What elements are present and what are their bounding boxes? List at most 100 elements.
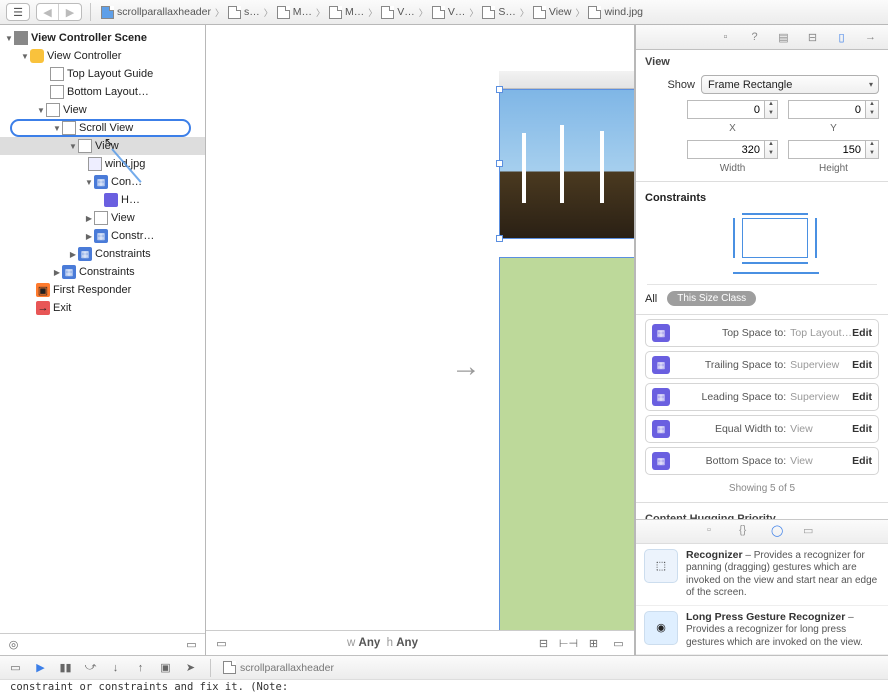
- attributes-inspector-icon: ⊟: [805, 30, 820, 45]
- console-output: constraint or constraints and fix it. (N…: [0, 679, 888, 693]
- outline-toggle-icon[interactable]: ▭: [214, 636, 229, 651]
- width-sublabel: Width: [687, 163, 778, 174]
- width-field[interactable]: [687, 140, 765, 159]
- edit-button[interactable]: Edit: [852, 455, 872, 467]
- crumb: scrollparallaxheader: [117, 6, 211, 18]
- code-snippet-icon: {}: [739, 524, 753, 538]
- constraint-row[interactable]: ▦Leading Space to:SuperviewEdit: [645, 383, 879, 411]
- exit-row[interactable]: →Exit: [0, 299, 205, 317]
- constraints2-row[interactable]: ▶▦Constraints: [0, 263, 205, 281]
- resolve-icon[interactable]: ▭: [611, 636, 626, 651]
- hide-debug-icon[interactable]: ▭: [8, 660, 23, 675]
- constraint-row[interactable]: ▦Bottom Space to:ViewEdit: [645, 447, 879, 475]
- constraint-icon: ▦: [652, 324, 670, 342]
- x-stepper[interactable]: ▲▼: [765, 100, 778, 119]
- wind-image-view[interactable]: [499, 89, 634, 239]
- h-stepper[interactable]: ▲▼: [866, 140, 879, 159]
- section-view-header: View: [636, 50, 888, 72]
- size-inspector-icon: ▯: [834, 30, 849, 45]
- step-in-icon[interactable]: ↓: [108, 660, 123, 675]
- breakpoint-icon[interactable]: ▶: [33, 660, 48, 675]
- library-tabs[interactable]: ▫ {} ◯ ▭: [636, 519, 888, 543]
- h-row[interactable]: H…: [0, 191, 205, 209]
- top-toolbar: ☰ ◀▶ scrollparallaxheader〉 s…〉 M…〉 M…〉 V…: [0, 0, 888, 25]
- x-sublabel: X: [687, 123, 778, 134]
- view-row[interactable]: ▼View: [0, 101, 205, 119]
- scene-row[interactable]: ▼View Controller Scene: [0, 29, 205, 47]
- height-field[interactable]: [788, 140, 866, 159]
- firstresponder-row[interactable]: ▣First Responder: [0, 281, 205, 299]
- constraint-row[interactable]: ▦Top Space to:Top Layout…Edit: [645, 319, 879, 347]
- view-debug-icon[interactable]: ▣: [158, 660, 173, 675]
- location-icon[interactable]: ➤: [183, 660, 198, 675]
- y-field[interactable]: [788, 100, 866, 119]
- file-inspector-icon: ▫: [718, 30, 733, 45]
- jump-bar[interactable]: scrollparallaxheader: [223, 661, 334, 674]
- showing-count: Showing 5 of 5: [636, 479, 888, 498]
- viewcontroller-row[interactable]: ▼View Controller: [0, 47, 205, 65]
- scrollview-row[interactable]: ▼Scroll View: [0, 119, 205, 137]
- constraints-diagram: [647, 210, 877, 285]
- constraint-icon: ▦: [652, 452, 670, 470]
- canvas-footer: ▭ w Any h Any ⊟ ⊢⊣ ⊞ ▭: [206, 630, 634, 655]
- related-items[interactable]: ☰: [6, 3, 30, 21]
- show-select[interactable]: Frame Rectangle: [701, 75, 879, 94]
- step-out-icon[interactable]: ↑: [133, 660, 148, 675]
- crumb: S…: [498, 6, 516, 18]
- windjpg-row[interactable]: wind.jpg: [0, 155, 205, 173]
- edit-button[interactable]: Edit: [852, 327, 872, 339]
- outline-toggle-icon[interactable]: ▭: [184, 637, 199, 652]
- crumb: s…: [244, 6, 260, 18]
- content-view[interactable]: [499, 257, 634, 630]
- crumb: M…: [293, 6, 312, 18]
- object-library: ⬚ Recognizer – Provides a recognizer for…: [636, 543, 888, 656]
- stack-icon[interactable]: ⊟: [536, 636, 551, 651]
- longpress-gesture-icon: ◉: [644, 611, 678, 645]
- bottomguide-row[interactable]: Bottom Layout…: [0, 83, 205, 101]
- constraint-icon: ▦: [652, 356, 670, 374]
- object-library-icon: ◯: [771, 524, 785, 538]
- align-icon[interactable]: ⊢⊣: [561, 636, 576, 651]
- nav-back-forward[interactable]: ◀▶: [36, 3, 82, 21]
- edit-button[interactable]: Edit: [852, 391, 872, 403]
- topguide-row[interactable]: Top Layout Guide: [0, 65, 205, 83]
- w-stepper[interactable]: ▲▼: [765, 140, 778, 159]
- step-over-icon[interactable]: ⤻: [83, 660, 98, 675]
- constraint-row[interactable]: ▦Trailing Space to:SuperviewEdit: [645, 351, 879, 379]
- x-field[interactable]: [687, 100, 765, 119]
- library-item[interactable]: ◉ Long Press Gesture Recognizer – Provid…: [636, 606, 888, 656]
- view2-row[interactable]: ▼View: [0, 137, 205, 155]
- forward-icon: ▶: [59, 4, 81, 20]
- back-icon: ◀: [37, 4, 59, 20]
- constraint-icon: ▦: [652, 420, 670, 438]
- filter-sizeclass[interactable]: This Size Class: [667, 291, 756, 306]
- size-class-indicator[interactable]: w Any h Any: [239, 637, 526, 649]
- constraints1-row[interactable]: ▶▦Constraints: [0, 245, 205, 263]
- y-stepper[interactable]: ▲▼: [866, 100, 879, 119]
- library-item[interactable]: ⬚ Recognizer – Provides a recognizer for…: [636, 544, 888, 606]
- crumb: View: [549, 6, 572, 18]
- filter-all[interactable]: All: [645, 293, 657, 305]
- filter-icon[interactable]: ◎: [6, 637, 21, 652]
- view3-row[interactable]: ▶View: [0, 209, 205, 227]
- crumb: V…: [448, 6, 466, 18]
- breadcrumb[interactable]: scrollparallaxheader〉 s…〉 M…〉 M…〉 V…〉 V……: [99, 6, 645, 19]
- inspector-tabs[interactable]: ▫ ? ▤ ⊟ ▯ →: [636, 25, 888, 50]
- constraint-icon: ▦: [652, 388, 670, 406]
- show-label: Show: [645, 79, 695, 91]
- help-inspector-icon: ?: [747, 30, 762, 45]
- device-preview[interactable]: [499, 71, 634, 630]
- pause-icon[interactable]: ▮▮: [58, 660, 73, 675]
- hugging-header: Content Hugging Priority: [636, 507, 888, 519]
- connections-inspector-icon: →: [863, 30, 878, 45]
- con-row[interactable]: ▼▦Con…: [0, 173, 205, 191]
- pin-icon[interactable]: ⊞: [586, 636, 601, 651]
- debug-toolbar: ▭ ▶ ▮▮ ⤻ ↓ ↑ ▣ ➤ scrollparallaxheader: [0, 655, 888, 679]
- inspector-panel: ▫ ? ▤ ⊟ ▯ → View Show Frame Rectangle ▲▼…: [635, 25, 888, 655]
- constraint-row[interactable]: ▦Equal Width to:ViewEdit: [645, 415, 879, 443]
- initial-vc-arrow-icon: →: [451, 350, 481, 384]
- constr-row[interactable]: ▶▦Constr…: [0, 227, 205, 245]
- status-bar: [499, 71, 634, 89]
- edit-button[interactable]: Edit: [852, 359, 872, 371]
- edit-button[interactable]: Edit: [852, 423, 872, 435]
